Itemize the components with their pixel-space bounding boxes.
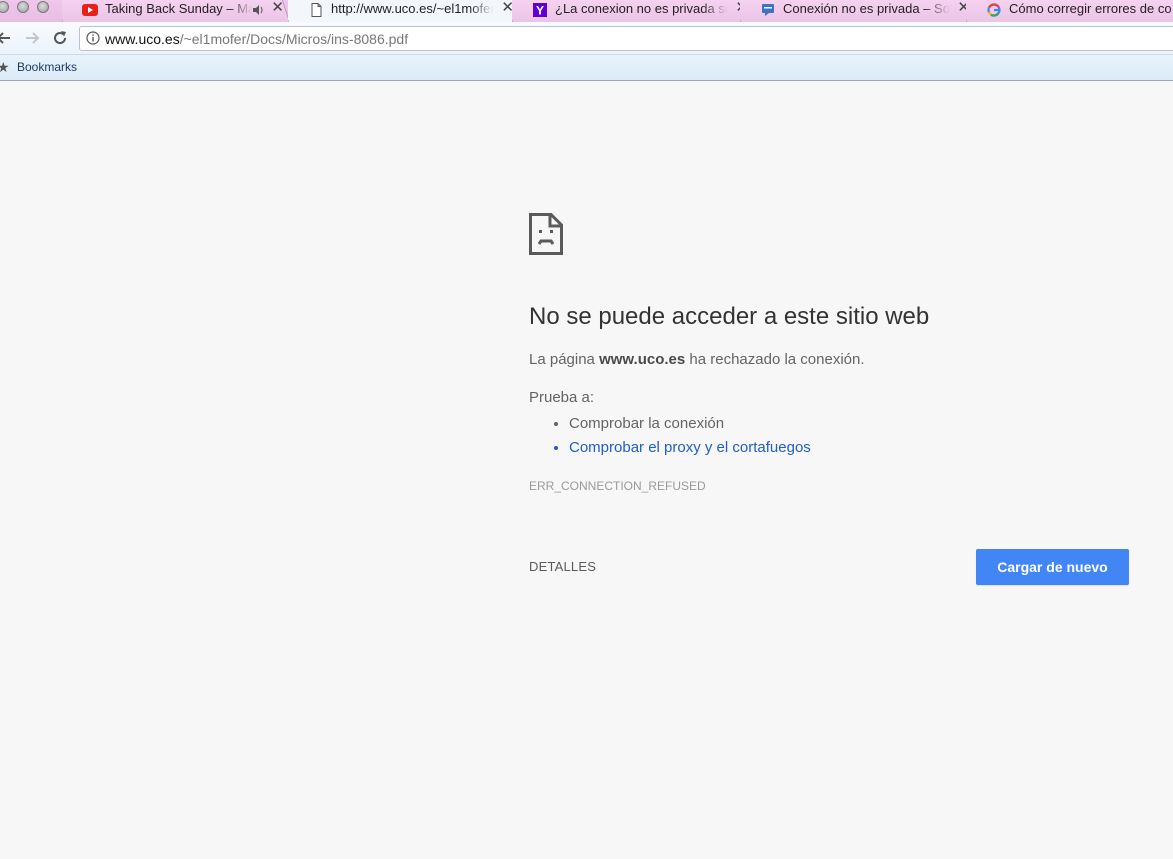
sad-page-icon: [529, 213, 563, 255]
tab-yahoo-conexion[interactable]: Y ¿La conexion no es privada so ✕: [512, 0, 754, 22]
address-path: /~el1mofer/Docs/Micros/ins-8086.pdf: [179, 31, 409, 47]
tab-uco-pdf[interactable]: http://www.uco.es/~el1mofer ✕: [288, 0, 520, 22]
minimize-window-button[interactable]: [17, 1, 29, 13]
error-description: La página www.uco.es ha rechazado la con…: [529, 351, 865, 369]
address-host: www.uco.es: [105, 31, 180, 47]
try-label: Prueba a:: [529, 389, 595, 406]
tab-title: http://www.uco.es/~el1mofer: [331, 1, 494, 16]
zoom-window-button[interactable]: [37, 1, 49, 13]
tab-google-errores[interactable]: Cómo corregir errores de co: [966, 0, 1173, 22]
google-icon: [987, 3, 1001, 17]
tab-strip: Taking Back Sunday – Make ✕ http://www.u…: [0, 0, 1173, 22]
close-tab-icon[interactable]: ✕: [271, 0, 284, 15]
tab-title: Conexión no es privada – Solu: [783, 1, 950, 16]
address-url: www.uco.es/~el1mofer/Docs/Micros/ins-808…: [105, 31, 408, 47]
tab-conexion-no-privada[interactable]: Conexión no es privada – Solu ✕: [740, 0, 976, 22]
desc-prefix: La página: [529, 351, 600, 368]
tab-taking-back-sunday[interactable]: Taking Back Sunday – Make ✕: [62, 0, 290, 22]
desc-host: www.uco.es: [599, 351, 686, 368]
close-window-button[interactable]: [0, 1, 9, 13]
browser-toolbar: www.uco.es/~el1mofer/Docs/Micros/ins-808…: [0, 22, 1173, 55]
address-bar[interactable]: www.uco.es/~el1mofer/Docs/Micros/ins-808…: [79, 26, 1173, 51]
tab-title: Taking Back Sunday – Make: [105, 1, 252, 16]
tab-title: ¿La conexion no es privada so: [555, 1, 728, 16]
error-heading: No se puede acceder a este sitio web: [529, 303, 930, 330]
suggestion-check-connection: Comprobar la conexión: [569, 412, 811, 436]
info-icon[interactable]: [86, 31, 100, 45]
youtube-icon: [82, 4, 98, 16]
suggestions-list: Comprobar la conexión Comprobar el proxy…: [529, 412, 811, 460]
desc-suffix: ha rechazado la conexión.: [685, 351, 865, 368]
back-arrow-icon[interactable]: [0, 28, 14, 48]
page-icon: [311, 3, 322, 17]
bookmarks-label[interactable]: Bookmarks: [17, 60, 77, 74]
error-code: ERR_CONNECTION_REFUSED: [529, 479, 706, 493]
tab-title: Cómo corregir errores de co: [1009, 1, 1172, 16]
error-page: No se puede acceder a este sitio web La …: [0, 82, 1173, 859]
details-button[interactable]: DETALLES: [529, 559, 596, 575]
speaker-icon[interactable]: [252, 4, 264, 16]
reload-button[interactable]: Cargar de nuevo: [976, 549, 1129, 585]
forward-arrow-icon[interactable]: [22, 28, 42, 48]
svg-text:Y: Y: [536, 4, 544, 18]
suggestion-check-proxy-link[interactable]: Comprobar el proxy y el cortafuegos: [569, 436, 811, 460]
forum-icon: [762, 4, 774, 16]
bookmarks-bar: ★ Bookmarks: [0, 55, 1173, 81]
star-icon: ★: [0, 59, 10, 75]
reload-icon[interactable]: [50, 28, 70, 48]
yahoo-icon: Y: [533, 3, 547, 18]
